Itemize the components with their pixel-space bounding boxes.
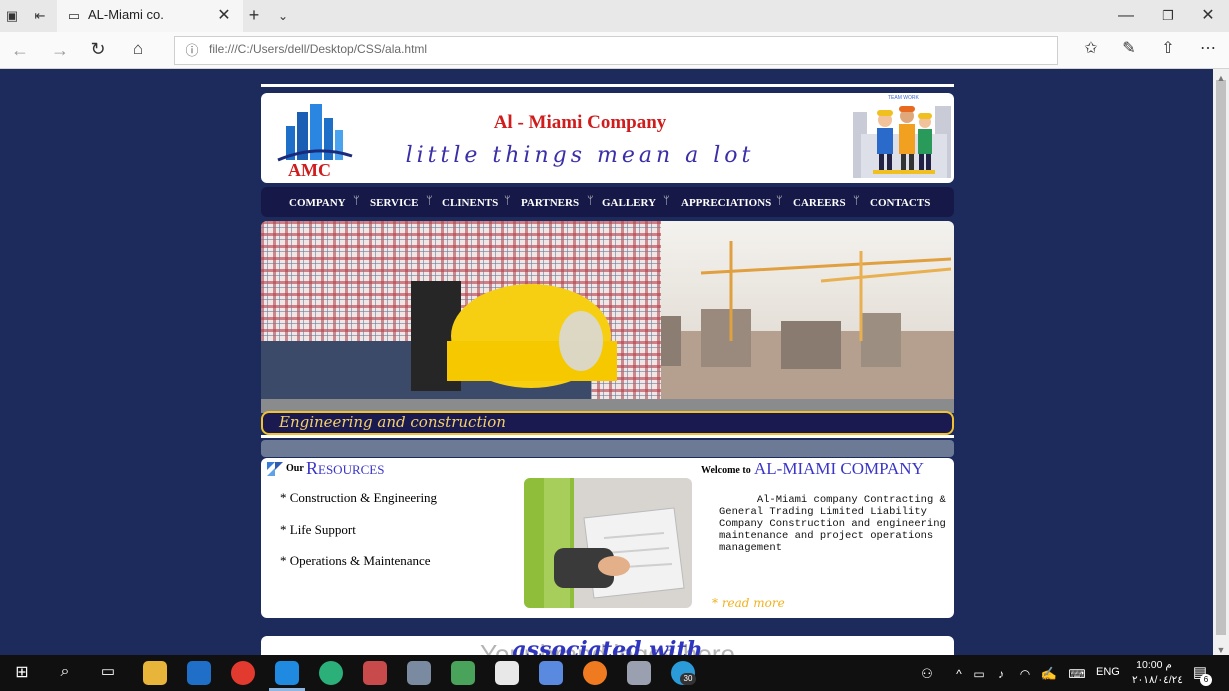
nav-separator: ᛘ: [587, 195, 594, 207]
file-explorer-icon[interactable]: [143, 661, 167, 685]
chevron-down-icon[interactable]: ⌄: [276, 6, 290, 26]
hero-banner-image: [261, 221, 954, 413]
chrome-icon[interactable]: [231, 661, 255, 685]
new-tab-icon[interactable]: +: [246, 5, 262, 25]
scroll-up-icon[interactable]: ▲: [1215, 68, 1227, 88]
input-language[interactable]: ENG: [1096, 666, 1120, 678]
photos-app-icon[interactable]: [407, 661, 431, 685]
nav-separator: ᛘ: [426, 195, 433, 207]
nav-separator: ᛘ: [853, 195, 860, 207]
wifi-icon[interactable]: ◠: [1016, 664, 1034, 684]
nav-careers[interactable]: CAREERS: [793, 197, 846, 209]
resource-item: * Life Support: [280, 522, 356, 537]
task-view-icon[interactable]: ▭: [98, 662, 118, 682]
welcome-small-label: Welcome to: [701, 465, 751, 476]
company-name: Al - Miami Company: [493, 112, 667, 133]
read-more-link[interactable]: * read more: [712, 596, 785, 610]
amc-buildings-logo-icon: [277, 104, 353, 162]
nav-appreciations[interactable]: APPRECIATIONS: [681, 197, 771, 209]
teamwork-workers-illustration-icon: TEAM WORK: [853, 95, 951, 178]
clock[interactable]: 10:00 م ٢٠١٨/٠٤/٢٤: [1132, 658, 1183, 688]
nav-clients[interactable]: CLINENTS: [442, 197, 498, 209]
page-icon: ▭: [67, 8, 81, 23]
forward-icon[interactable]: →: [50, 40, 70, 60]
video-editor-icon[interactable]: [495, 661, 519, 685]
battery-icon[interactable]: ▭: [970, 664, 988, 684]
site-header: [261, 93, 954, 183]
url-text[interactable]: file:///C:/Users/dell/Desktop/CSS/ala.ht…: [209, 42, 427, 56]
company-description: Al-Miami company Contracting & General T…: [719, 494, 953, 554]
nav-separator: ᛘ: [776, 195, 783, 207]
favorites-hub-icon[interactable]: ✩: [1080, 39, 1102, 59]
refresh-icon[interactable]: ↻: [88, 39, 108, 59]
search-icon[interactable]: ⌕: [55, 662, 75, 682]
close-window-icon[interactable]: ✕: [1200, 6, 1216, 26]
nav-gallery[interactable]: GALLERY: [602, 197, 656, 209]
resources-arrow-icon: [267, 462, 283, 476]
grey-strip: [261, 440, 954, 457]
show-hidden-icons-icon[interactable]: ^: [952, 664, 966, 684]
share-icon[interactable]: ⇧: [1158, 39, 1178, 59]
tagline: little things mean a lot: [405, 143, 755, 168]
clock-date: ٢٠١٨/٠٤/٢٤: [1132, 674, 1183, 686]
telegram-badge: 30: [680, 673, 696, 685]
close-tab-icon[interactable]: ✕: [216, 6, 232, 26]
tab-actions-icon[interactable]: ▣: [4, 6, 20, 26]
web-app-icon[interactable]: [319, 661, 343, 685]
nav-contacts[interactable]: CONTACTS: [870, 197, 930, 209]
back-icon[interactable]: ←: [10, 40, 30, 60]
engineer-blueprint-photo: [524, 478, 692, 608]
3d-viewer-icon[interactable]: [539, 661, 563, 685]
windows-start-icon[interactable]: ⊞: [12, 663, 32, 683]
browser-tab-bar: ▣ ⇤ ▭ AL-Miami co. ✕ + ⌄ — ❐ ✕: [0, 0, 1229, 32]
welcome-title: AL-MIAMI COMPANY: [754, 459, 924, 478]
git-app-icon[interactable]: [451, 661, 475, 685]
browser-app-icon[interactable]: [583, 661, 607, 685]
nav-separator: ᛘ: [353, 195, 360, 207]
nav-service[interactable]: SERVICE: [370, 197, 419, 209]
scrollbar-thumb[interactable]: [1216, 80, 1226, 635]
volume-icon[interactable]: ♪: [992, 664, 1010, 684]
banner-caption: Engineering and construction: [279, 413, 506, 431]
nav-company[interactable]: COMPANY: [289, 197, 346, 209]
notification-count-badge: 6: [1200, 674, 1212, 686]
tab-title: AL-Miami co.: [88, 7, 164, 22]
database-app-icon[interactable]: [627, 661, 651, 685]
resource-item: * Operations & Maintenance: [280, 553, 431, 568]
pen-workspace-icon[interactable]: ✍: [1040, 664, 1058, 684]
nav-separator: ᛘ: [663, 195, 670, 207]
touch-keyboard-icon[interactable]: ⌨: [1066, 664, 1088, 684]
people-icon[interactable]: ⚇: [917, 664, 937, 684]
set-aside-tabs-icon[interactable]: ⇤: [32, 6, 48, 26]
banner-divider: [261, 435, 954, 438]
resources-title: Resources: [306, 458, 385, 478]
paint-app-icon[interactable]: [363, 661, 387, 685]
info-icon[interactable]: ⓘ: [183, 41, 201, 61]
web-note-icon[interactable]: ✎: [1119, 39, 1139, 59]
resource-item: * Construction & Engineering: [280, 490, 438, 505]
edge-icon[interactable]: [275, 661, 299, 685]
top-divider: [261, 84, 954, 87]
teamwork-label: TEAM WORK: [888, 95, 919, 101]
clock-time: 10:00 م: [1136, 659, 1172, 671]
resources-our-label: Our: [286, 463, 304, 474]
nav-partners[interactable]: PARTNERS: [521, 197, 579, 209]
logo-text: AMC: [288, 160, 331, 180]
minimize-icon[interactable]: —: [1118, 6, 1134, 26]
nav-separator: ᛘ: [504, 195, 511, 207]
home-icon[interactable]: ⌂: [128, 39, 148, 59]
outlook-icon[interactable]: [187, 661, 211, 685]
more-icon[interactable]: ⋯: [1196, 39, 1220, 59]
restore-icon[interactable]: ❐: [1160, 6, 1176, 26]
